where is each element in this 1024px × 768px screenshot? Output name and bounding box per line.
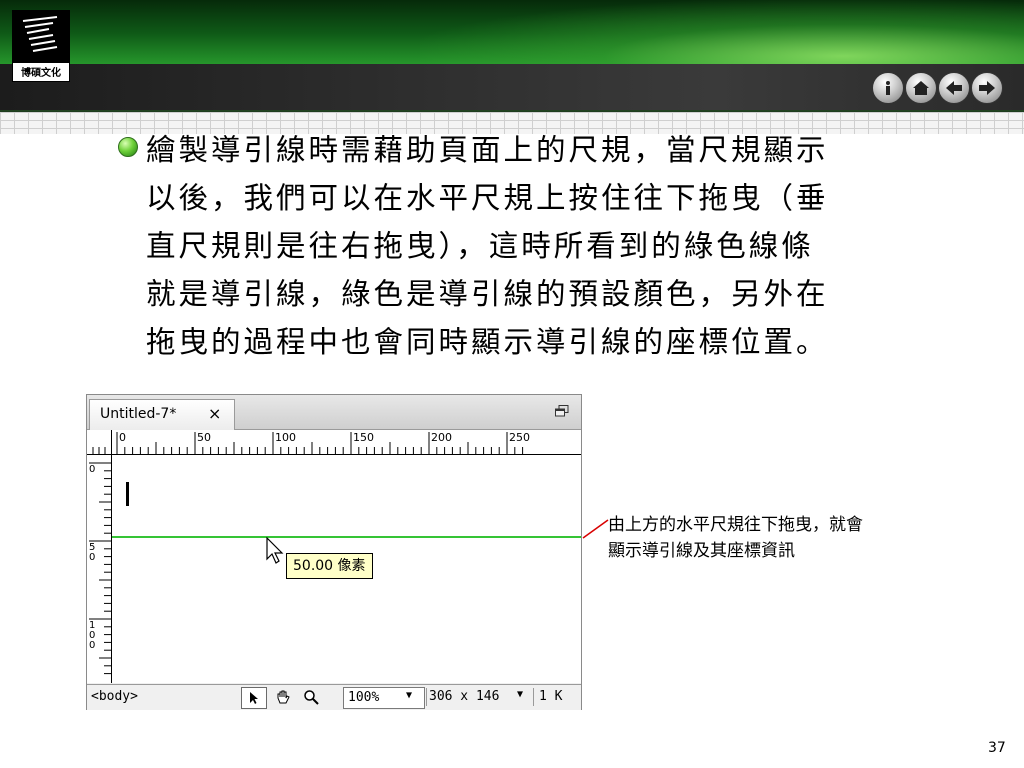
banner-glow [420, 0, 1024, 70]
hand-tool-button[interactable] [271, 687, 295, 707]
document-tab-title: Untitled-7* [100, 406, 177, 422]
chevron-down-icon: ▼ [406, 690, 413, 701]
ruler-label: 250 [509, 431, 530, 444]
page-size: 1 K [539, 689, 563, 704]
design-canvas[interactable]: 50.00 像素 [112, 455, 581, 683]
banner-dark-band [0, 64, 1024, 110]
bullet-icon [118, 137, 138, 157]
document-tab[interactable]: Untitled-7* × [89, 399, 235, 430]
ruler-label: 150 [353, 431, 374, 444]
logo-mark-icon [13, 11, 69, 63]
ruler-label: 0 [89, 464, 96, 475]
zoom-select[interactable]: 100% ▼ [343, 687, 425, 709]
callout-text: 由上方的水平尺規往下拖曳，就會 顯示導引線及其座標資訊 [608, 515, 863, 561]
text-insertion-cursor [126, 482, 129, 506]
editor-window: Untitled-7* × 0 50 100 150 200 250 05 01 0 0 … [86, 394, 582, 710]
status-divider [533, 688, 534, 706]
forward-arrow-icon [979, 81, 995, 95]
back-button[interactable] [938, 72, 970, 104]
magnifier-icon [304, 690, 319, 705]
logo-text: 博碩文化 [21, 68, 61, 79]
slide-nav-buttons [872, 72, 1003, 106]
callout-line [582, 519, 609, 539]
window-size-chevron-icon[interactable]: ▼ [517, 689, 523, 700]
tag-selector[interactable]: <body> [91, 689, 138, 704]
info-button[interactable] [872, 72, 904, 104]
horizontal-ruler[interactable]: 0 50 100 150 200 250 [87, 430, 581, 455]
status-divider [426, 688, 427, 706]
ruler-label: 200 [431, 431, 452, 444]
zoom-tool-button[interactable] [299, 687, 323, 707]
vertical-ruler[interactable]: 0 5 0 1 0 0 [87, 455, 112, 683]
close-icon[interactable]: × [208, 404, 221, 423]
select-pointer-icon [250, 692, 258, 704]
guide-position-tooltip: 50.00 像素 [286, 553, 373, 579]
guide-line[interactable] [112, 536, 581, 538]
zoom-value: 100% [348, 690, 380, 705]
ruler-label: 0 [119, 431, 126, 444]
mouse-pointer-icon [266, 537, 284, 564]
ruler-label: 100 [275, 431, 296, 444]
view-tools [241, 687, 341, 709]
horizontal-ruler-ticks [92, 432, 524, 454]
back-arrow-icon [946, 81, 962, 95]
ruler-label: 5 0 [89, 542, 96, 563]
ruler-label: 1 0 0 [89, 620, 96, 651]
ruler-label: 50 [197, 431, 211, 444]
restore-window-icon[interactable] [555, 405, 569, 417]
page-number: 37 [988, 740, 1006, 756]
info-icon [886, 81, 890, 95]
forward-button[interactable] [971, 72, 1003, 104]
document-tab-bar: Untitled-7* × [87, 395, 581, 430]
window-size[interactable]: 306 x 146 [429, 689, 499, 704]
home-button[interactable] [905, 72, 937, 104]
header-banner: 博碩文化 [0, 0, 1024, 112]
home-icon [913, 81, 929, 95]
publisher-logo: 博碩文化 [12, 10, 70, 82]
select-tool-button[interactable] [241, 687, 267, 709]
body-paragraph: 繪製導引線時需藉助頁面上的尺規，當尺規顯示 以後，我們可以在水平尺規上按住往下拖… [146, 133, 829, 359]
status-bar: <body> 100% ▼ 306 x 146 ▼ 1 K [87, 684, 581, 710]
hand-icon [277, 690, 290, 704]
